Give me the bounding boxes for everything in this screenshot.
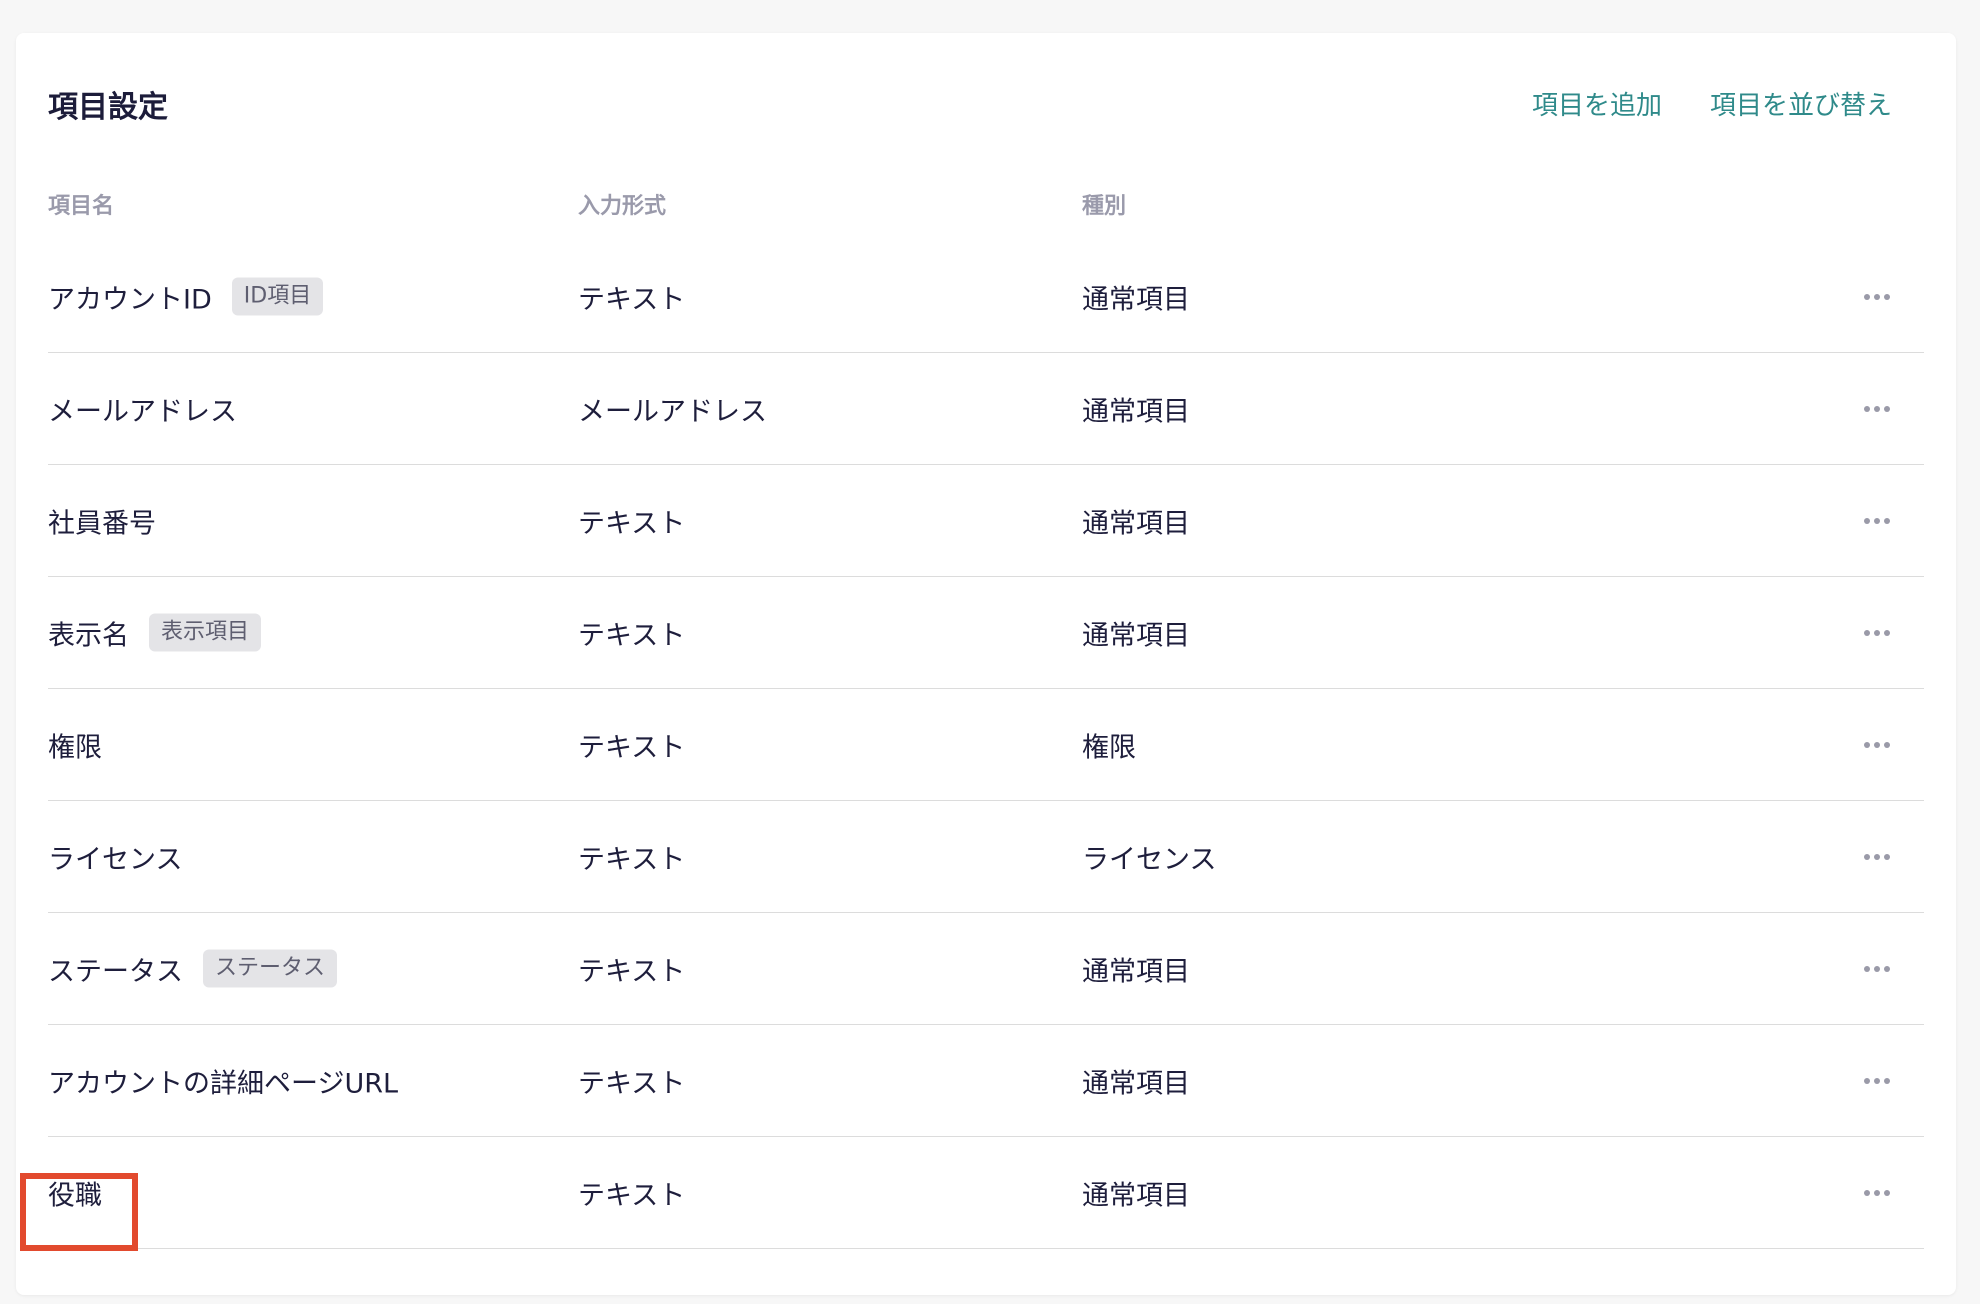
menu-dot (1864, 517, 1870, 524)
more-horizontal-icon[interactable] (1860, 1070, 1894, 1092)
menu-dot (1884, 965, 1890, 972)
menu-dot (1884, 1189, 1890, 1196)
field-name: アカウントID (48, 284, 212, 315)
menu-dot (1874, 853, 1880, 860)
kind-cell: 通常項目 (1082, 284, 1190, 315)
menu-dot (1884, 853, 1890, 860)
input-type-cell: テキスト (578, 284, 686, 315)
more-horizontal-icon[interactable] (1860, 622, 1894, 644)
input-type-cell: テキスト (578, 956, 686, 987)
menu-dot (1864, 965, 1870, 972)
input-type-cell: テキスト (578, 1068, 686, 1099)
field-name: メールアドレス (48, 396, 237, 427)
kind-cell: 通常項目 (1082, 508, 1190, 539)
kind-cell: 通常項目 (1082, 620, 1190, 651)
field-name-cell: 社員番号 (48, 501, 156, 540)
input-type-cell: テキスト (578, 1180, 686, 1211)
column-header-name: 項目名 (48, 194, 115, 219)
menu-dot (1884, 1077, 1890, 1084)
menu-dot (1874, 965, 1880, 972)
kind-cell: 通常項目 (1082, 1180, 1190, 1211)
field-name-cell: アカウントID ID項目 (48, 277, 324, 316)
field-tag-badge: ID項目 (231, 277, 324, 316)
field-name-cell: 表示名 表示項目 (48, 613, 262, 652)
sort-fields-link[interactable]: 項目を並び替え (1710, 93, 1892, 119)
kind-cell: 権限 (1082, 732, 1136, 763)
input-type-cell: メールアドレス (578, 396, 767, 427)
field-table: アカウントID ID項目 テキスト 通常項目 メールアドレス メールアドレス 通常項目 社員番… (48, 241, 1924, 1249)
page-title: 項目設定 (48, 90, 168, 125)
table-row: ステータス ステータス テキスト 通常項目 (48, 913, 1924, 1025)
field-name: ステータス (48, 956, 183, 987)
menu-dot (1864, 293, 1870, 300)
table-row: 表示名 表示項目 テキスト 通常項目 (48, 577, 1924, 689)
menu-dot (1874, 629, 1880, 636)
input-type-cell: テキスト (578, 732, 686, 763)
more-horizontal-icon[interactable] (1860, 510, 1894, 532)
input-type-cell: テキスト (578, 844, 686, 875)
field-name: 社員番号 (48, 508, 156, 539)
field-name-cell: ステータス ステータス (48, 949, 338, 988)
header-actions: 項目を追加 項目を並び替え (1532, 93, 1892, 119)
field-name: 表示名 (48, 620, 129, 651)
column-header-input-type: 入力形式 (578, 194, 667, 219)
table-row: アカウントの詳細ページURL テキスト 通常項目 (48, 1025, 1924, 1137)
more-horizontal-icon[interactable] (1860, 398, 1894, 420)
menu-dot (1864, 1189, 1870, 1196)
table-row: 権限 テキスト 権限 (48, 689, 1924, 801)
column-header-kind: 種別 (1082, 194, 1127, 219)
field-settings-card: 項目設定 項目を追加 項目を並び替え 項目名 入力形式 種別 アカウントID ID… (16, 33, 1956, 1295)
menu-dot (1884, 741, 1890, 748)
more-horizontal-icon[interactable] (1860, 958, 1894, 980)
menu-dot (1864, 1077, 1870, 1084)
menu-dot (1864, 629, 1870, 636)
more-horizontal-icon[interactable] (1860, 846, 1894, 868)
table-row: メールアドレス メールアドレス 通常項目 (48, 353, 1924, 465)
more-horizontal-icon[interactable] (1860, 734, 1894, 756)
menu-dot (1864, 405, 1870, 412)
menu-dot (1864, 741, 1870, 748)
field-name: アカウントの詳細ページURL (48, 1068, 399, 1099)
field-name: 権限 (48, 732, 102, 763)
menu-dot (1884, 405, 1890, 412)
field-name: ライセンス (48, 844, 183, 875)
menu-dot (1874, 293, 1880, 300)
kind-cell: ライセンス (1082, 844, 1217, 875)
field-name-cell: メールアドレス (48, 389, 237, 428)
menu-dot (1874, 1077, 1880, 1084)
input-type-cell: テキスト (578, 620, 686, 651)
table-row: 社員番号 テキスト 通常項目 (48, 465, 1924, 577)
field-tag-badge: ステータス (203, 949, 338, 988)
add-field-link[interactable]: 項目を追加 (1532, 93, 1662, 119)
field-tag-badge: 表示項目 (149, 613, 262, 652)
kind-cell: 通常項目 (1082, 1068, 1190, 1099)
field-name-cell: 役職 (48, 1173, 102, 1212)
menu-dot (1884, 517, 1890, 524)
menu-dot (1864, 853, 1870, 860)
table-row: ライセンス テキスト ライセンス (48, 801, 1924, 913)
menu-dot (1884, 293, 1890, 300)
menu-dot (1874, 741, 1880, 748)
field-name: 役職 (48, 1180, 102, 1211)
table-row: 役職 テキスト 通常項目 (48, 1137, 1924, 1249)
menu-dot (1874, 405, 1880, 412)
table-row: アカウントID ID項目 テキスト 通常項目 (48, 241, 1924, 353)
kind-cell: 通常項目 (1082, 396, 1190, 427)
input-type-cell: テキスト (578, 508, 686, 539)
field-name-cell: ライセンス (48, 837, 182, 876)
field-name-cell: 権限 (48, 725, 102, 764)
kind-cell: 通常項目 (1082, 956, 1190, 987)
menu-dot (1874, 517, 1880, 524)
more-horizontal-icon[interactable] (1860, 286, 1894, 308)
menu-dot (1884, 629, 1890, 636)
field-name-cell: アカウントの詳細ページURL (48, 1061, 398, 1100)
more-horizontal-icon[interactable] (1860, 1182, 1894, 1204)
menu-dot (1874, 1189, 1880, 1196)
